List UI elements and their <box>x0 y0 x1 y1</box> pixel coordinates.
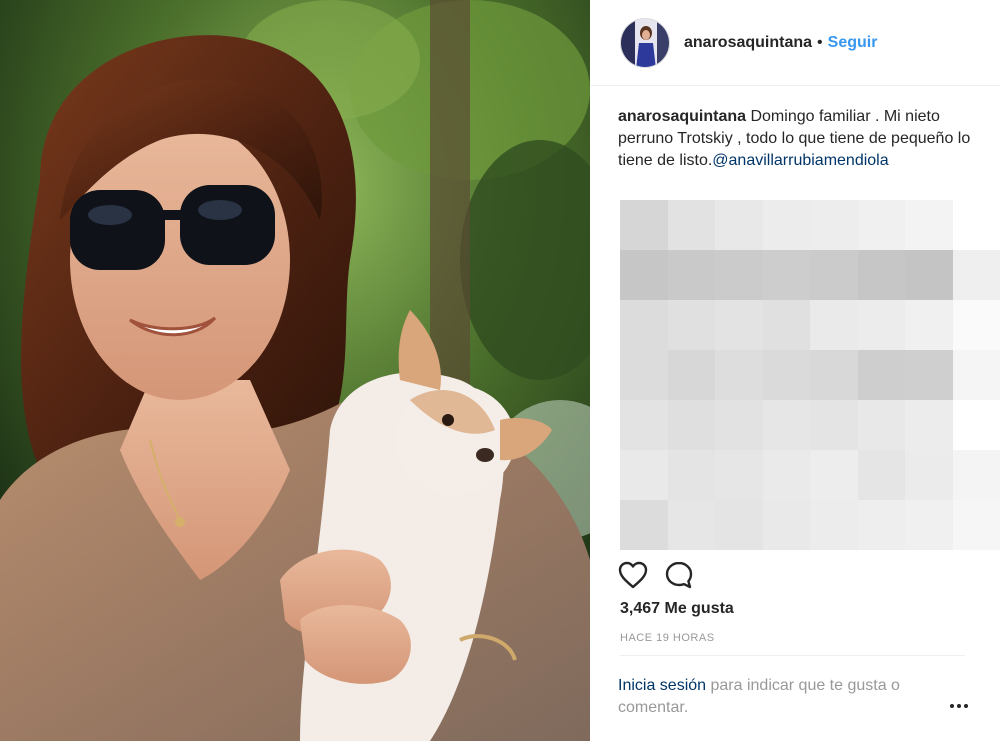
pixelated-comments <box>620 200 1000 550</box>
comment-icon[interactable] <box>664 560 694 590</box>
photo-illustration <box>0 0 590 741</box>
more-options-icon[interactable] <box>946 696 972 716</box>
post-photo <box>0 0 590 741</box>
post-actions <box>618 558 694 592</box>
post-timestamp[interactable]: HACE 19 HORAS <box>620 632 715 644</box>
section-divider <box>620 655 965 656</box>
likes-count[interactable]: 3,467 Me gusta <box>620 600 734 618</box>
caption-username-link[interactable]: anarosaquintana <box>618 108 746 125</box>
avatar[interactable] <box>620 17 670 68</box>
heart-icon[interactable] <box>618 561 648 589</box>
separator-dot: • <box>817 33 823 51</box>
avatar-image <box>621 18 669 67</box>
caption-mention-link[interactable]: @anavillarrubiamendiola <box>712 152 888 169</box>
more-dot <box>950 704 954 708</box>
login-link[interactable]: Inicia sesión <box>618 677 706 694</box>
more-dot <box>964 704 968 708</box>
post-caption: anarosaquintana Domingo familiar . Mi ni… <box>618 106 988 172</box>
username-link[interactable]: anarosaquintana <box>684 34 812 52</box>
more-dot <box>957 704 961 708</box>
login-prompt: Inicia sesión para indicar que te gusta … <box>618 675 963 719</box>
post-side-panel: anarosaquintana • Seguir anarosaquintana… <box>590 0 1000 741</box>
post-header: anarosaquintana • Seguir <box>590 0 1000 86</box>
follow-button[interactable]: Seguir <box>828 34 878 52</box>
